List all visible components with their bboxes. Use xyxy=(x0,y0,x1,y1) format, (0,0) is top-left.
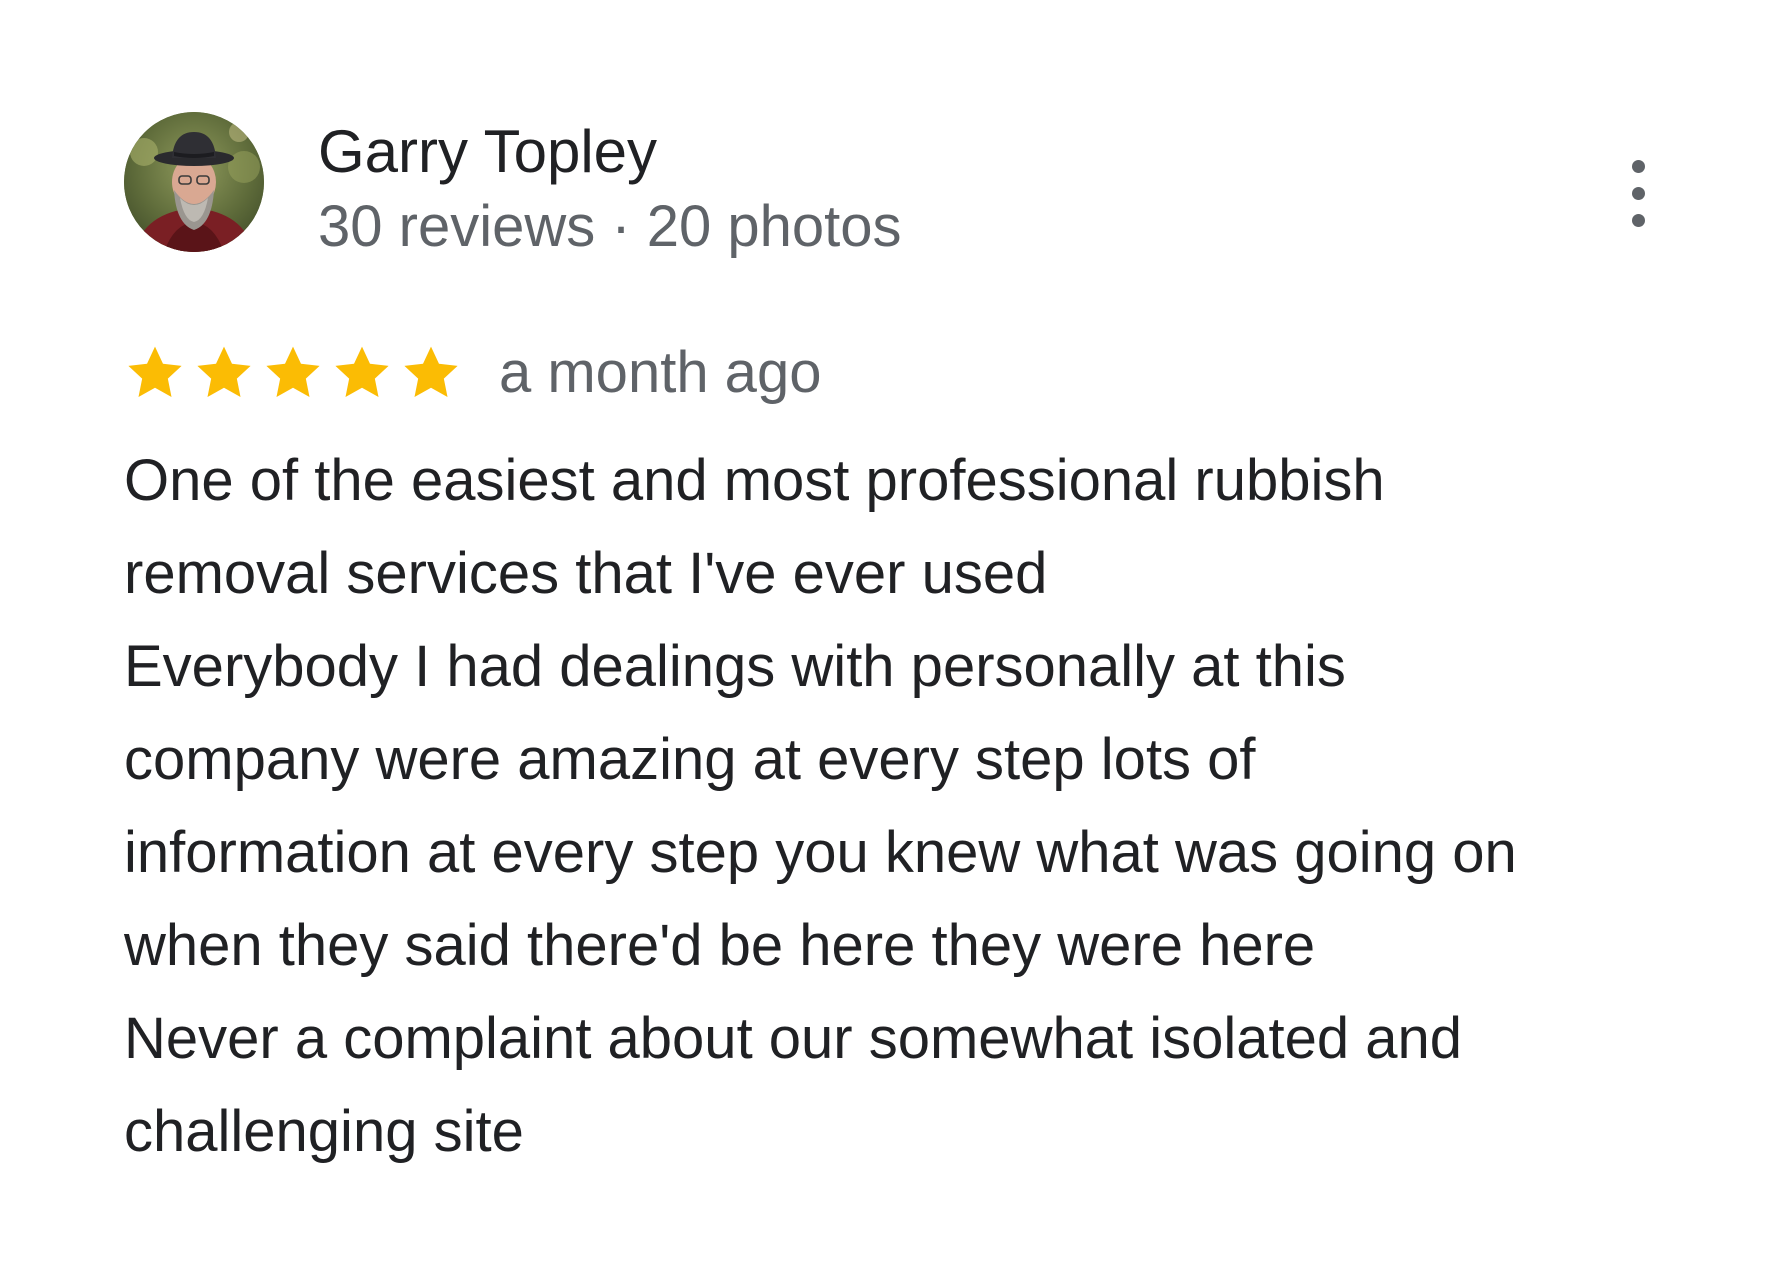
star-rating xyxy=(124,338,469,408)
star-icon xyxy=(197,346,251,398)
reviewer-avatar[interactable] xyxy=(124,112,264,252)
star-icon xyxy=(404,346,458,398)
avatar-photo xyxy=(124,112,264,252)
review-text: One of the easiest and most professional… xyxy=(124,434,1684,1178)
review-text-line: information at every step you knew what … xyxy=(124,820,1517,885)
star-icon xyxy=(266,346,320,398)
review-text-line: removal services that I've ever used xyxy=(124,541,1048,606)
review-text-line: Everybody I had dealings with personally… xyxy=(124,634,1346,699)
review-text-line: when they said there'd be here they were… xyxy=(124,913,1316,978)
star-icon xyxy=(335,346,389,398)
review-card: Garry Topley 30 reviews · 20 photos a mo… xyxy=(0,0,1776,1279)
review-timestamp: a month ago xyxy=(499,340,822,405)
review-text-line: challenging site xyxy=(124,1099,524,1164)
reviewer-stats[interactable]: 30 reviews · 20 photos xyxy=(318,192,902,262)
more-vert-icon xyxy=(1632,160,1645,173)
star-icon xyxy=(128,346,182,398)
rating-row: a month ago xyxy=(124,338,821,408)
reviewer-name[interactable]: Garry Topley xyxy=(318,116,657,188)
more-vert-icon-dot xyxy=(1632,187,1645,200)
review-text-line: One of the easiest and most professional… xyxy=(124,448,1385,513)
review-text-line: company were amazing at every step lots … xyxy=(124,727,1256,792)
more-options-button[interactable] xyxy=(1612,156,1666,232)
review-text-line: Never a complaint about our somewhat iso… xyxy=(124,1006,1462,1071)
more-vert-icon-dot xyxy=(1632,214,1645,227)
